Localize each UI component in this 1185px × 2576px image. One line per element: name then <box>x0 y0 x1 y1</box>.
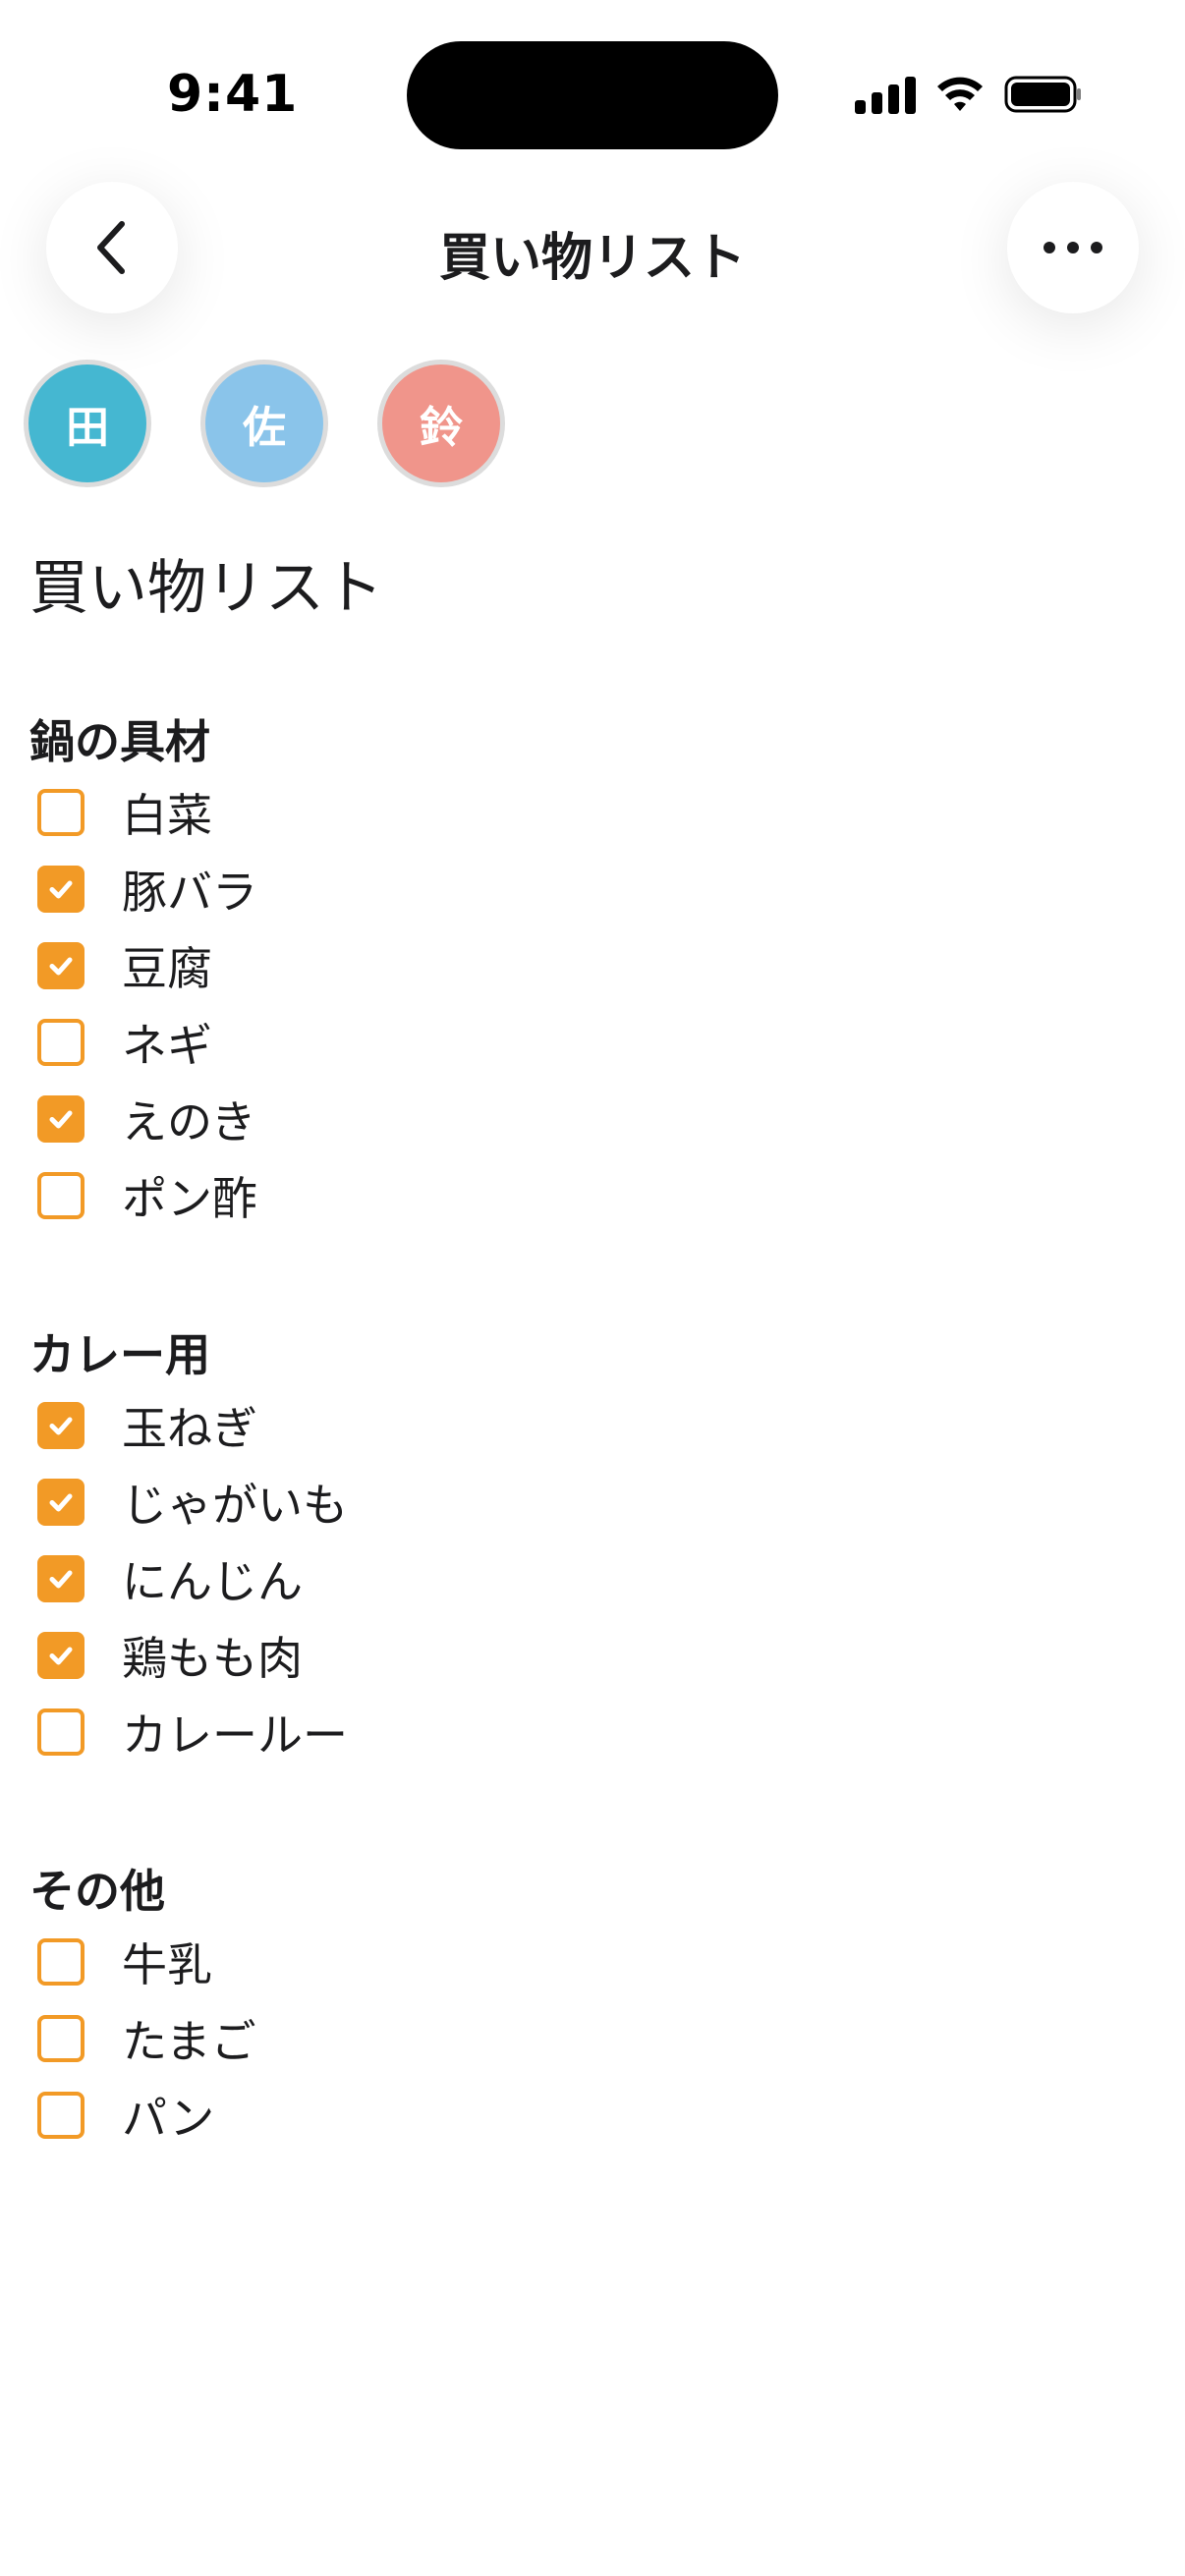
item-label: ポン酢 <box>122 1172 257 1225</box>
checkbox-checked[interactable] <box>37 1479 85 1526</box>
wifi-icon <box>937 77 983 111</box>
checkbox-checked[interactable] <box>37 866 85 913</box>
checkmark-icon <box>49 1647 73 1665</box>
checkmark-icon <box>49 1417 73 1435</box>
checklist-item[interactable]: たまご <box>29 2000 256 2077</box>
item-label: パン <box>122 2092 215 2145</box>
avatar[interactable]: 鈴 <box>377 360 505 487</box>
checkbox-checked[interactable] <box>37 1402 85 1449</box>
checkbox-unchecked[interactable] <box>37 1019 85 1066</box>
item-label: にんじん <box>122 1555 303 1608</box>
item-label: カレールー <box>122 1708 348 1762</box>
checkbox-checked[interactable] <box>37 1555 85 1602</box>
checklist-item[interactable]: じゃがいも <box>29 1464 348 1540</box>
checkbox-checked[interactable] <box>37 1095 85 1143</box>
section-title: カレー用 <box>29 1328 210 1381</box>
item-label: えのき <box>122 1095 256 1148</box>
checklist-item[interactable]: 玉ねぎ <box>29 1387 348 1464</box>
checklist-section: 鍋の具材白菜豚バラ豆腐ネギえのきポン酢 <box>29 709 257 1234</box>
checkbox-unchecked[interactable] <box>37 1938 85 1986</box>
checklist-item[interactable]: 豆腐 <box>29 927 257 1004</box>
checkbox-unchecked[interactable] <box>37 789 85 836</box>
more-button[interactable] <box>1007 182 1139 313</box>
checkbox-unchecked[interactable] <box>37 2015 85 2062</box>
item-label: たまご <box>122 2015 256 2068</box>
checklist-item[interactable]: パン <box>29 2077 256 2154</box>
section-title: その他 <box>29 1865 165 1918</box>
checkmark-icon <box>49 1570 73 1589</box>
checkmark-icon <box>49 1110 73 1129</box>
dynamic-island <box>407 41 778 149</box>
checkbox-checked[interactable] <box>37 942 85 989</box>
checklist-item[interactable]: ネギ <box>29 1004 257 1081</box>
item-label: じゃがいも <box>122 1479 348 1532</box>
ellipsis-icon <box>1044 242 1102 253</box>
checklist-item[interactable]: 鶏もも肉 <box>29 1617 348 1694</box>
checkmark-icon <box>49 957 73 976</box>
checklist-section: その他牛乳たまごパン <box>29 1859 256 2154</box>
checklist-section: カレー用玉ねぎじゃがいもにんじん鶏もも肉カレールー <box>29 1322 348 1770</box>
battery-icon <box>1004 76 1081 113</box>
item-label: 鶏もも肉 <box>122 1632 303 1685</box>
item-label: 牛乳 <box>122 1938 212 1991</box>
checkbox-unchecked[interactable] <box>37 1708 85 1756</box>
checklist-item[interactable]: 牛乳 <box>29 1924 256 2000</box>
item-label: 白菜 <box>122 789 212 842</box>
checkmark-icon <box>49 880 73 899</box>
checklist-item[interactable]: にんじん <box>29 1540 348 1617</box>
collaborator-avatars: 田佐鈴 <box>24 360 505 487</box>
checklist-item[interactable]: えのき <box>29 1081 257 1157</box>
checklist-item[interactable]: 白菜 <box>29 774 257 851</box>
document-title[interactable]: 買い物リスト <box>29 540 383 626</box>
avatar[interactable]: 佐 <box>200 360 328 487</box>
item-label: 豚バラ <box>122 866 257 919</box>
checkbox-unchecked[interactable] <box>37 1172 85 1219</box>
section-title: 鍋の具材 <box>29 715 210 768</box>
checkbox-checked[interactable] <box>37 1632 85 1679</box>
checklist-item[interactable]: 豚バラ <box>29 851 257 927</box>
avatar[interactable]: 田 <box>24 360 151 487</box>
item-label: 豆腐 <box>122 942 212 995</box>
checklist-item[interactable]: ポン酢 <box>29 1157 257 1234</box>
status-icons <box>855 75 1083 114</box>
status-time: 9:41 <box>167 65 299 124</box>
item-label: ネギ <box>122 1019 212 1072</box>
checklist-item[interactable]: カレールー <box>29 1694 348 1770</box>
status-bar: 9:41 <box>0 0 1185 187</box>
checkmark-icon <box>49 1493 73 1512</box>
item-label: 玉ねぎ <box>122 1402 257 1455</box>
checkbox-unchecked[interactable] <box>37 2092 85 2139</box>
cellular-signal-icon <box>855 75 916 114</box>
